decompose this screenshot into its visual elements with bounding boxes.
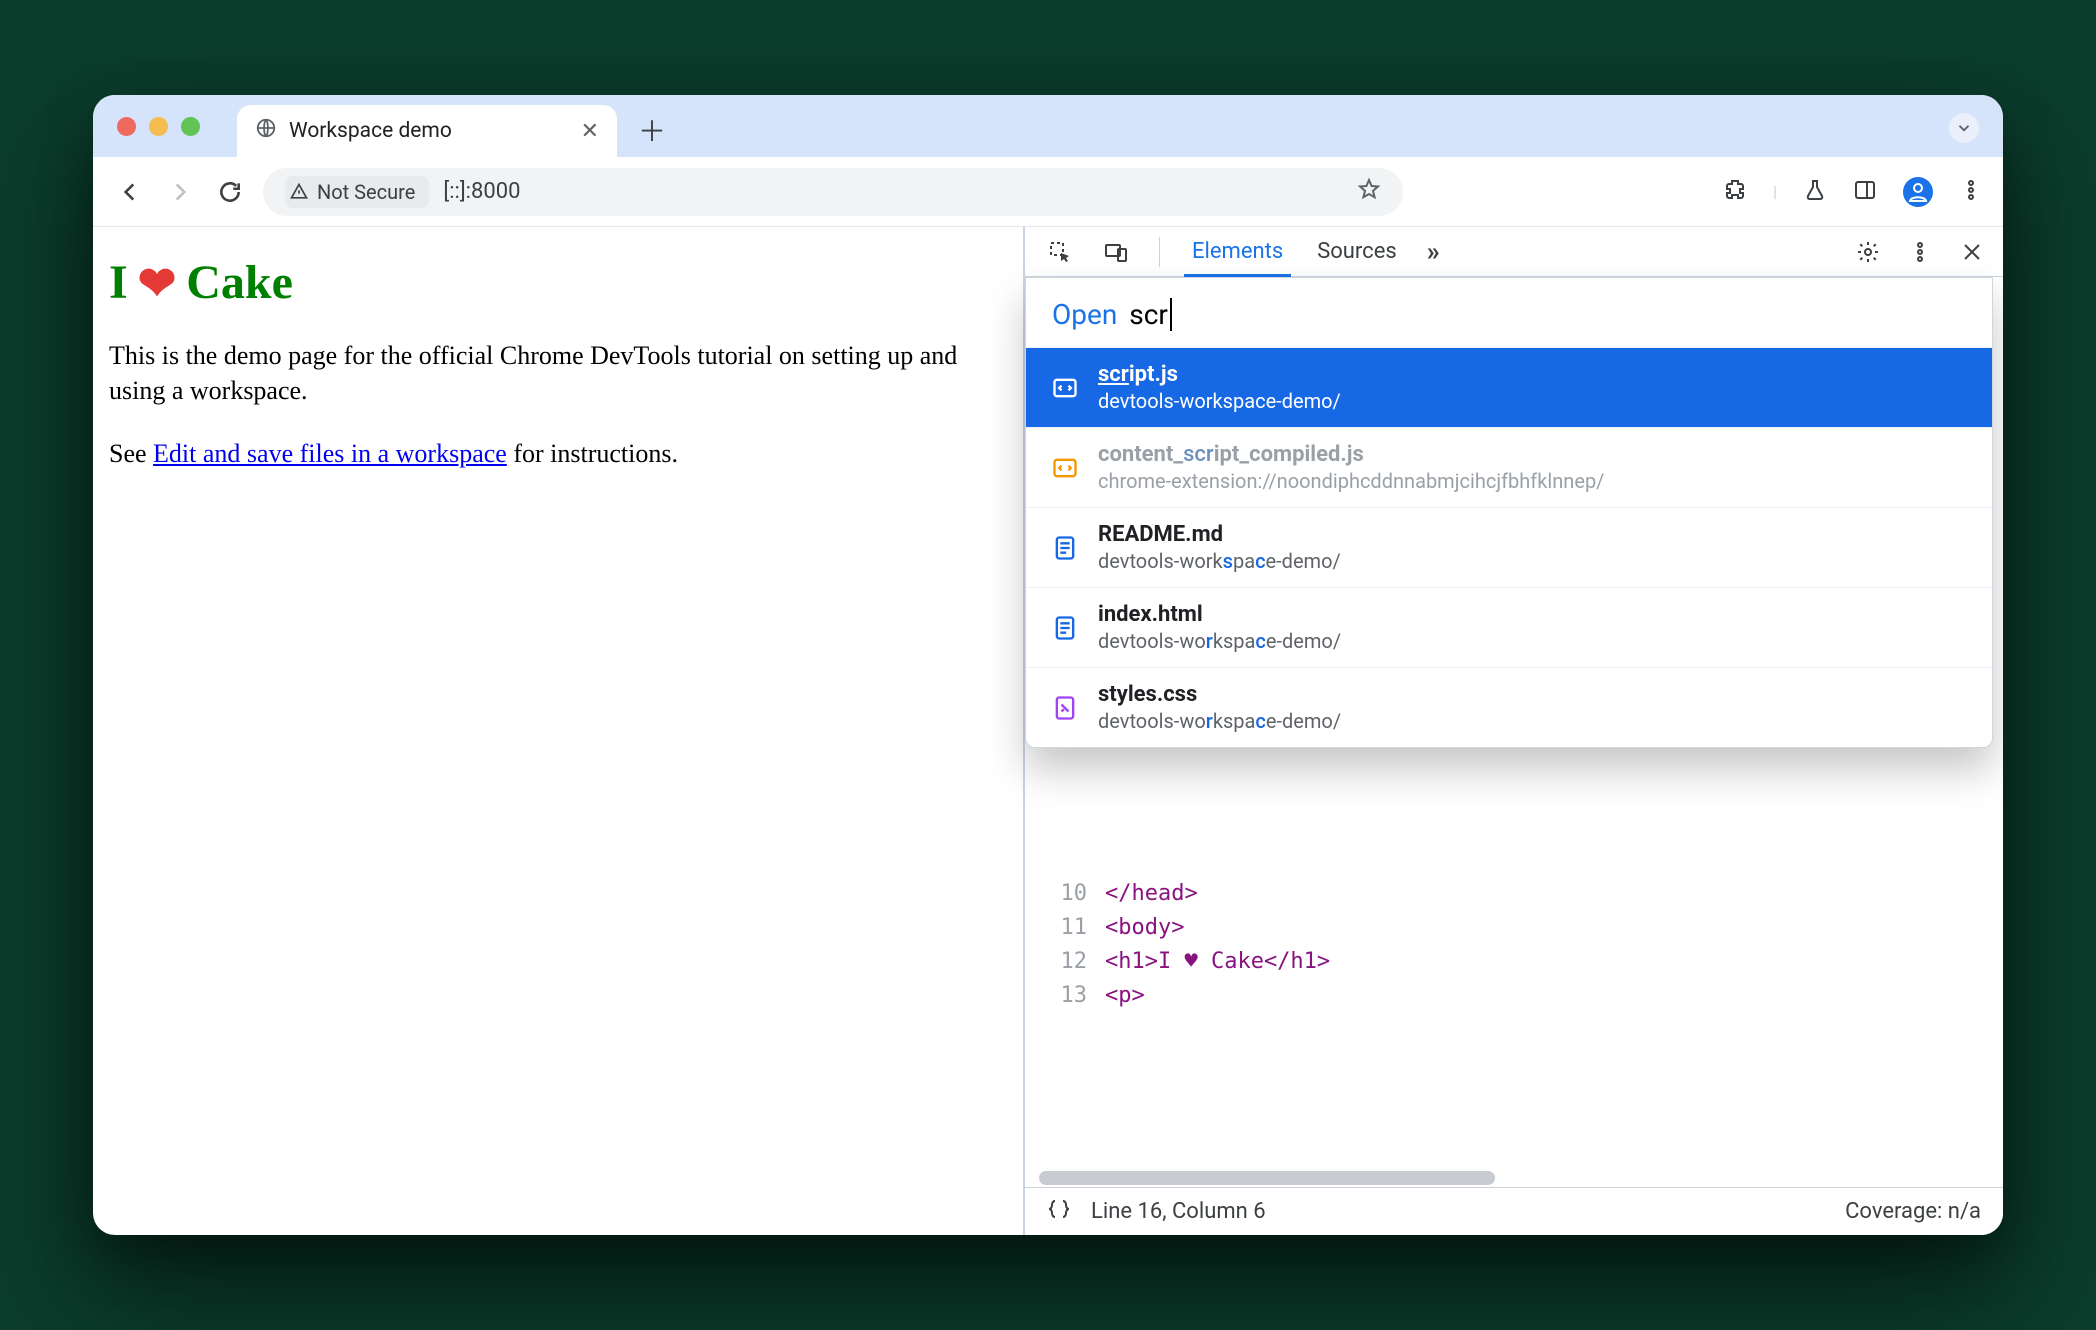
open-result-name: README.md	[1098, 522, 1341, 547]
link-post-text: for instructions.	[507, 439, 678, 468]
line-number: 11	[1039, 911, 1087, 945]
open-result-meta: index.html devtools-workspace-demo/	[1098, 602, 1341, 653]
forward-button[interactable]	[163, 175, 197, 209]
back-button[interactable]	[113, 175, 147, 209]
close-window-button[interactable]	[117, 117, 136, 136]
tab-strip: Workspace demo ✕ ＋	[93, 95, 2003, 157]
url-text: [::]:8000	[443, 179, 520, 204]
device-toolbar-icon[interactable]	[1101, 237, 1131, 267]
open-result-name: index.html	[1098, 602, 1341, 627]
heart-icon: ❤	[138, 256, 177, 310]
settings-gear-icon[interactable]	[1853, 237, 1883, 267]
browser-window: Workspace demo ✕ ＋ Not Secure [::]:8000 …	[93, 95, 2003, 1235]
kebab-menu-icon[interactable]	[1959, 178, 1983, 206]
open-result-meta: script.js devtools-workspace-demo/	[1098, 362, 1341, 413]
tab-list-chevron-icon[interactable]	[1949, 113, 1979, 143]
content-area: I ❤ Cake This is the demo page for the o…	[93, 227, 2003, 1235]
code-text: <p>	[1105, 979, 1145, 1013]
tab-sources[interactable]: Sources	[1313, 239, 1401, 264]
maximize-window-button[interactable]	[181, 117, 200, 136]
profile-avatar[interactable]	[1903, 177, 1933, 207]
scrollbar-thumb[interactable]	[1039, 1171, 1495, 1185]
devtools-tabstrip: Elements Sources »	[1025, 227, 2003, 277]
pretty-print-icon[interactable]	[1047, 1197, 1071, 1227]
workspace-tutorial-link[interactable]: Edit and save files in a workspace	[153, 439, 507, 468]
browser-tab[interactable]: Workspace demo ✕	[237, 105, 617, 157]
open-label: Open	[1052, 298, 1117, 331]
tab-title: Workspace demo	[289, 119, 452, 143]
document-file-icon	[1050, 613, 1080, 643]
line-number: 12	[1039, 945, 1087, 979]
open-result-item[interactable]: README.md devtools-workspace-demo/	[1026, 507, 1992, 587]
open-result-meta: content_script_compiled.js chrome-extens…	[1098, 442, 1604, 493]
page-heading: I ❤ Cake	[109, 255, 1007, 310]
inspect-element-icon[interactable]	[1045, 237, 1075, 267]
window-controls	[117, 117, 200, 136]
link-pre-text: See	[109, 439, 153, 468]
open-result-meta: README.md devtools-workspace-demo/	[1098, 522, 1341, 573]
open-result-meta: styles.css devtools-workspace-demo/	[1098, 682, 1341, 733]
close-devtools-icon[interactable]	[1957, 237, 1987, 267]
code-line: 11 <body>	[1025, 911, 2003, 945]
stylesheet-file-icon	[1050, 693, 1080, 723]
coverage-status: Coverage: n/a	[1845, 1199, 1981, 1224]
heading-left: I	[109, 255, 128, 310]
globe-icon	[255, 117, 277, 145]
open-result-item[interactable]: script.js devtools-workspace-demo/	[1026, 347, 1992, 427]
open-file-input-row: Open scr	[1026, 278, 1992, 347]
devtools-statusbar: Line 16, Column 6 Coverage: n/a	[1025, 1187, 2003, 1235]
open-result-item[interactable]: styles.css devtools-workspace-demo/	[1026, 667, 1992, 747]
horizontal-scrollbar[interactable]	[1039, 1171, 1989, 1185]
tabs-overflow-icon[interactable]: »	[1427, 237, 1440, 267]
open-file-query[interactable]: scr	[1129, 298, 1172, 331]
open-result-path: devtools-workspace-demo/	[1098, 709, 1341, 733]
open-result-path: chrome-extension://noondiphcddnnabmjcihc…	[1098, 469, 1604, 493]
devtools-menu-icon[interactable]	[1905, 237, 1935, 267]
side-panel-icon[interactable]	[1853, 178, 1877, 206]
extensions-icon[interactable]	[1723, 178, 1747, 206]
page-link-paragraph: See Edit and save files in a workspace f…	[109, 436, 1007, 471]
code-line: 13 <p>	[1025, 979, 2003, 1013]
open-result-name: styles.css	[1098, 682, 1341, 707]
bookmark-star-icon[interactable]	[1357, 177, 1381, 207]
minimize-window-button[interactable]	[149, 117, 168, 136]
cursor-position: Line 16, Column 6	[1091, 1199, 1266, 1224]
new-tab-button[interactable]: ＋	[631, 109, 673, 151]
code-text: <h1>I ♥ Cake</h1>	[1105, 945, 1330, 979]
line-number: 10	[1039, 877, 1087, 911]
script-file-icon	[1050, 373, 1080, 403]
browser-toolbar: Not Secure [::]:8000 |	[93, 157, 2003, 227]
security-chip[interactable]: Not Secure	[285, 176, 429, 208]
extension-script-icon	[1050, 453, 1080, 483]
devtools-panel: Elements Sources » 10 </head> 11 <body> 12…	[1025, 227, 2003, 1235]
address-bar[interactable]: Not Secure [::]:8000	[263, 168, 1403, 216]
code-line: 10 </head>	[1025, 877, 2003, 911]
open-result-name: script.js	[1098, 362, 1341, 387]
open-result-name: content_script_compiled.js	[1098, 442, 1604, 467]
open-file-dialog: Open scr script.js devtools-workspace-de…	[1025, 277, 1993, 748]
close-tab-icon[interactable]: ✕	[581, 119, 599, 144]
heading-right: Cake	[186, 255, 293, 310]
line-number: 13	[1039, 979, 1087, 1013]
open-result-item[interactable]: content_script_compiled.js chrome-extens…	[1026, 427, 1992, 507]
tab-elements[interactable]: Elements	[1188, 239, 1287, 264]
open-result-path: devtools-workspace-demo/	[1098, 389, 1341, 413]
labs-icon[interactable]	[1803, 178, 1827, 206]
code-text: <body>	[1105, 911, 1184, 945]
page-paragraph: This is the demo page for the official C…	[109, 338, 1007, 408]
code-text: </head>	[1105, 877, 1198, 911]
divider	[1159, 237, 1160, 267]
open-result-path: devtools-workspace-demo/	[1098, 629, 1341, 653]
security-label: Not Secure	[317, 180, 415, 204]
reload-button[interactable]	[213, 175, 247, 209]
rendered-page: I ❤ Cake This is the demo page for the o…	[93, 227, 1025, 1235]
open-result-path: devtools-workspace-demo/	[1098, 549, 1341, 573]
toolbar-right: |	[1723, 177, 1983, 207]
code-line: 12 <h1>I ♥ Cake</h1>	[1025, 945, 2003, 979]
open-result-item[interactable]: index.html devtools-workspace-demo/	[1026, 587, 1992, 667]
document-file-icon	[1050, 533, 1080, 563]
